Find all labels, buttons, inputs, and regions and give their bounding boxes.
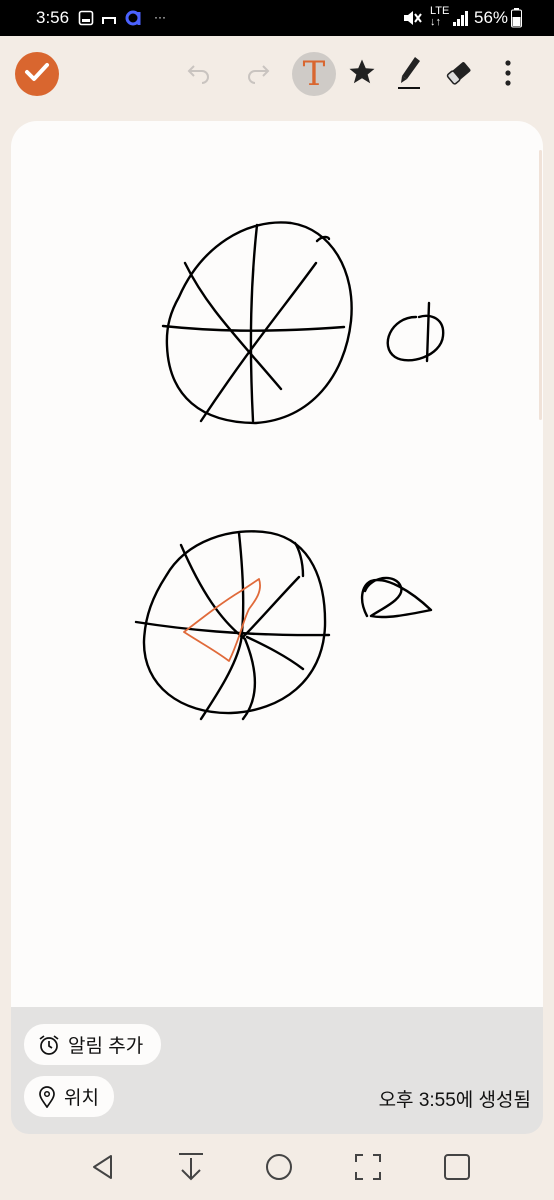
sim-card-icon [78, 10, 94, 31]
more-vertical-icon [505, 59, 511, 91]
location-label: 위치 [64, 1088, 99, 1109]
check-icon [24, 61, 50, 88]
redo-icon [245, 62, 271, 89]
pen-button[interactable] [394, 56, 424, 94]
text-tool-button[interactable]: T [292, 52, 336, 96]
more-options-button[interactable] [496, 58, 520, 92]
undo-button[interactable] [184, 60, 214, 90]
lte-icon: LTE ↓↑ [430, 5, 450, 28]
capture-frame-icon [353, 1152, 383, 1187]
drawing-canvas[interactable] [11, 121, 543, 1007]
alarm-clock-icon [38, 1034, 60, 1056]
eraser-icon [444, 58, 474, 93]
handwriting-drawing [134, 221, 445, 721]
home-button[interactable] [261, 1151, 297, 1187]
signal-icon [452, 9, 470, 32]
redo-button[interactable] [243, 60, 273, 90]
more-notifications-icon: ··· [154, 10, 166, 24]
battery-icon [511, 8, 522, 33]
pen-icon [396, 55, 422, 96]
undo-icon [186, 62, 212, 89]
add-alarm-label: 알림 추가 [68, 1036, 144, 1057]
location-button[interactable]: 위치 [24, 1076, 114, 1117]
star-icon [347, 57, 377, 92]
recents-button[interactable] [439, 1151, 475, 1187]
scrollbar[interactable] [539, 150, 542, 420]
favorite-button[interactable] [346, 58, 378, 90]
editor-toolbar: T [0, 36, 554, 116]
sketch-circle-1 [165, 221, 353, 425]
circled-one-mark [386, 314, 445, 362]
cast-icon [101, 12, 117, 32]
circled-two-mark [360, 576, 433, 619]
recents-square-icon [443, 1153, 471, 1186]
back-button[interactable] [85, 1151, 121, 1187]
sketch-circle-2 [142, 530, 327, 715]
arrow-down-icon [177, 1152, 205, 1187]
screenshot-button[interactable] [350, 1151, 386, 1187]
location-pin-icon [38, 1085, 56, 1108]
text-icon: T [302, 54, 326, 94]
created-time: 오후 3:55에 생성됨 [378, 1090, 531, 1111]
home-circle-icon [264, 1152, 294, 1187]
mute-icon [402, 9, 422, 32]
eraser-button[interactable] [442, 58, 476, 92]
note-info-panel: 알림 추가 위치 오후 3:55에 생성됨 [11, 1007, 543, 1134]
done-button[interactable] [15, 52, 59, 96]
add-alarm-button[interactable]: 알림 추가 [24, 1024, 161, 1065]
battery-percent: 56% [474, 8, 509, 27]
app-notification-icon [124, 9, 144, 32]
hide-keyboard-button[interactable] [173, 1151, 209, 1187]
status-bar: 3:56 ··· LTE ↓↑ 56% [0, 0, 554, 36]
navigation-bar [0, 1135, 554, 1200]
status-time: 3:56 [36, 8, 70, 27]
back-icon [89, 1153, 117, 1186]
